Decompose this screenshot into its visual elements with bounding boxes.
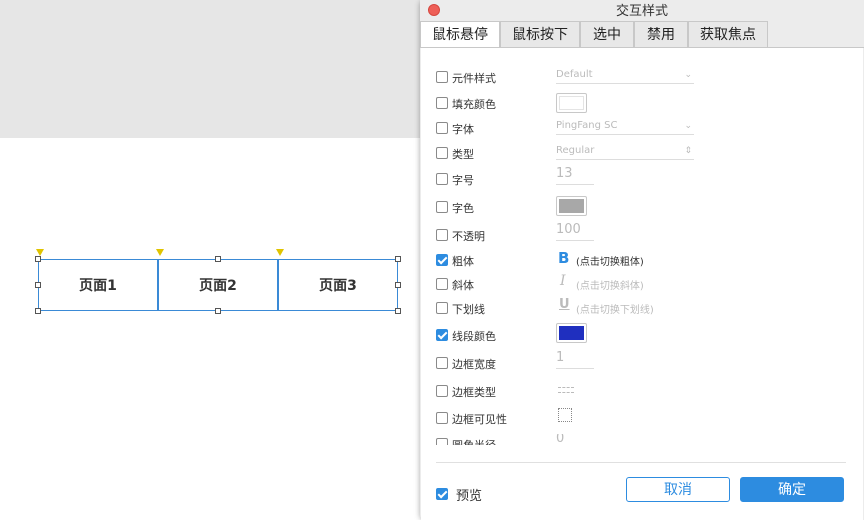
border-width-checkbox[interactable] bbox=[436, 357, 448, 369]
widget-cell-1[interactable]: 页面1 bbox=[38, 259, 158, 311]
component-style-select[interactable]: Default ⌄ bbox=[556, 69, 694, 84]
font-color-sample bbox=[559, 199, 584, 213]
properties-panel: 元件样式 Default ⌄ 填充颜色 字体 PingFang SC ⌄ 类型 Re… bbox=[421, 48, 863, 520]
underline-toggle[interactable]: U (点击切换下划线) bbox=[556, 297, 756, 318]
prop-label: 填充颜色 bbox=[452, 98, 496, 111]
resize-handle[interactable] bbox=[395, 256, 401, 262]
prop-label: 圆角半径 bbox=[452, 437, 496, 445]
border-type-picker[interactable] bbox=[556, 381, 578, 399]
line-color-checkbox[interactable] bbox=[436, 329, 448, 341]
prop-label: 类型 bbox=[452, 148, 474, 161]
prop-label: 元件样式 bbox=[452, 72, 496, 85]
component-style-checkbox[interactable] bbox=[436, 71, 448, 83]
select-value: Regular bbox=[556, 145, 595, 156]
widget-cell-label: 页面3 bbox=[319, 278, 357, 294]
tab-selected[interactable]: 选中 bbox=[580, 21, 634, 48]
font-type-checkbox[interactable] bbox=[436, 147, 448, 159]
underline-icon: U bbox=[559, 297, 570, 312]
footer-divider bbox=[436, 462, 846, 463]
widget-cell-3[interactable]: 页面3 bbox=[278, 259, 398, 311]
tab-widget[interactable]: 页面1 页面2 页面3 bbox=[38, 259, 398, 311]
preview-label: 预览 bbox=[456, 489, 483, 504]
prop-label: 字色 bbox=[452, 202, 474, 215]
font-color-checkbox[interactable] bbox=[436, 201, 448, 213]
tab-bar: 鼠标悬停 鼠标按下 选中 禁用 获取焦点 bbox=[420, 21, 864, 48]
chevron-down-icon: ⌄ bbox=[684, 70, 692, 80]
font-size-input[interactable]: 13 bbox=[556, 166, 594, 185]
chevron-down-icon: ⌄ bbox=[684, 121, 692, 131]
corner-radius-input[interactable]: 0 bbox=[556, 434, 594, 445]
tab-mouse-down[interactable]: 鼠标按下 bbox=[500, 21, 580, 48]
resize-handle[interactable] bbox=[35, 282, 41, 288]
bold-checkbox[interactable] bbox=[436, 254, 448, 266]
select-value: Default bbox=[556, 69, 593, 80]
bold-toggle[interactable]: B (点击切换粗体) bbox=[556, 249, 756, 270]
widget-cell-2[interactable]: 页面2 bbox=[158, 259, 278, 311]
prop-label: 不透明 bbox=[452, 230, 485, 243]
anchor-marker-icon bbox=[36, 249, 44, 256]
corner-radius-checkbox[interactable] bbox=[436, 438, 448, 445]
border-visibility-picker[interactable] bbox=[556, 408, 576, 426]
resize-handle[interactable] bbox=[35, 308, 41, 314]
font-family-select[interactable]: PingFang SC ⌄ bbox=[556, 120, 694, 135]
cancel-button[interactable]: 取消 bbox=[626, 477, 730, 502]
preview-checkbox[interactable] bbox=[436, 488, 448, 500]
border-width-input[interactable]: 1 bbox=[556, 350, 594, 369]
resize-handle[interactable] bbox=[215, 308, 221, 314]
line-style-icon bbox=[558, 384, 574, 394]
border-visibility-checkbox[interactable] bbox=[436, 412, 448, 424]
underline-hint: (点击切换下划线) bbox=[576, 305, 654, 316]
interaction-style-dialog: 交互样式 鼠标悬停 鼠标按下 选中 禁用 获取焦点 元件样式 Default ⌄ … bbox=[420, 0, 864, 520]
fill-color-checkbox[interactable] bbox=[436, 97, 448, 109]
italic-checkbox[interactable] bbox=[436, 278, 448, 290]
resize-handle[interactable] bbox=[395, 282, 401, 288]
prop-label: 边框类型 bbox=[452, 386, 496, 399]
anchor-marker-icon bbox=[276, 249, 284, 256]
anchor-marker-icon bbox=[156, 249, 164, 256]
prop-label: 边框可见性 bbox=[452, 413, 507, 426]
tab-focus[interactable]: 获取焦点 bbox=[688, 21, 768, 48]
prop-label: 下划线 bbox=[452, 303, 485, 316]
italic-icon: I bbox=[560, 273, 566, 289]
prop-label: 边框宽度 bbox=[452, 358, 496, 371]
border-visibility-icon bbox=[558, 408, 572, 422]
bold-icon: B bbox=[558, 249, 570, 267]
prop-label: 字体 bbox=[452, 123, 474, 136]
widget-cell-label: 页面1 bbox=[79, 278, 117, 294]
opacity-checkbox[interactable] bbox=[436, 229, 448, 241]
italic-toggle[interactable]: I (点击切换斜体) bbox=[556, 273, 756, 294]
updown-chevron-icon: ⇕ bbox=[684, 146, 692, 156]
border-type-checkbox[interactable] bbox=[436, 385, 448, 397]
bold-hint: (点击切换粗体) bbox=[576, 257, 644, 268]
tab-hover[interactable]: 鼠标悬停 bbox=[420, 21, 500, 48]
resize-handle[interactable] bbox=[395, 308, 401, 314]
line-color-swatch[interactable] bbox=[556, 323, 587, 343]
fill-color-sample bbox=[559, 96, 584, 110]
ok-button[interactable]: 确定 bbox=[740, 477, 844, 502]
font-checkbox[interactable] bbox=[436, 122, 448, 134]
prop-label: 字号 bbox=[452, 174, 474, 187]
line-color-sample bbox=[559, 326, 584, 340]
widget-cell-label: 页面2 bbox=[199, 278, 237, 294]
select-value: PingFang SC bbox=[556, 120, 618, 131]
scroll-clip: 圆角半径 0 bbox=[421, 434, 863, 445]
font-color-swatch[interactable] bbox=[556, 196, 587, 216]
resize-handle[interactable] bbox=[35, 256, 41, 262]
opacity-input[interactable]: 100 bbox=[556, 222, 594, 241]
tab-disabled[interactable]: 禁用 bbox=[634, 21, 688, 48]
resize-handle[interactable] bbox=[215, 256, 221, 262]
underline-checkbox[interactable] bbox=[436, 302, 448, 314]
fill-color-swatch[interactable] bbox=[556, 93, 587, 113]
font-type-select[interactable]: Regular ⇕ bbox=[556, 145, 694, 160]
dialog-title: 交互样式 bbox=[615, 4, 668, 19]
prop-label: 粗体 bbox=[452, 255, 474, 268]
font-size-checkbox[interactable] bbox=[436, 173, 448, 185]
italic-hint: (点击切换斜体) bbox=[576, 281, 644, 292]
dialog-titlebar: 交互样式 bbox=[420, 0, 864, 20]
prop-label: 斜体 bbox=[452, 279, 474, 292]
prop-label: 线段颜色 bbox=[452, 330, 496, 343]
close-icon[interactable] bbox=[428, 4, 440, 16]
